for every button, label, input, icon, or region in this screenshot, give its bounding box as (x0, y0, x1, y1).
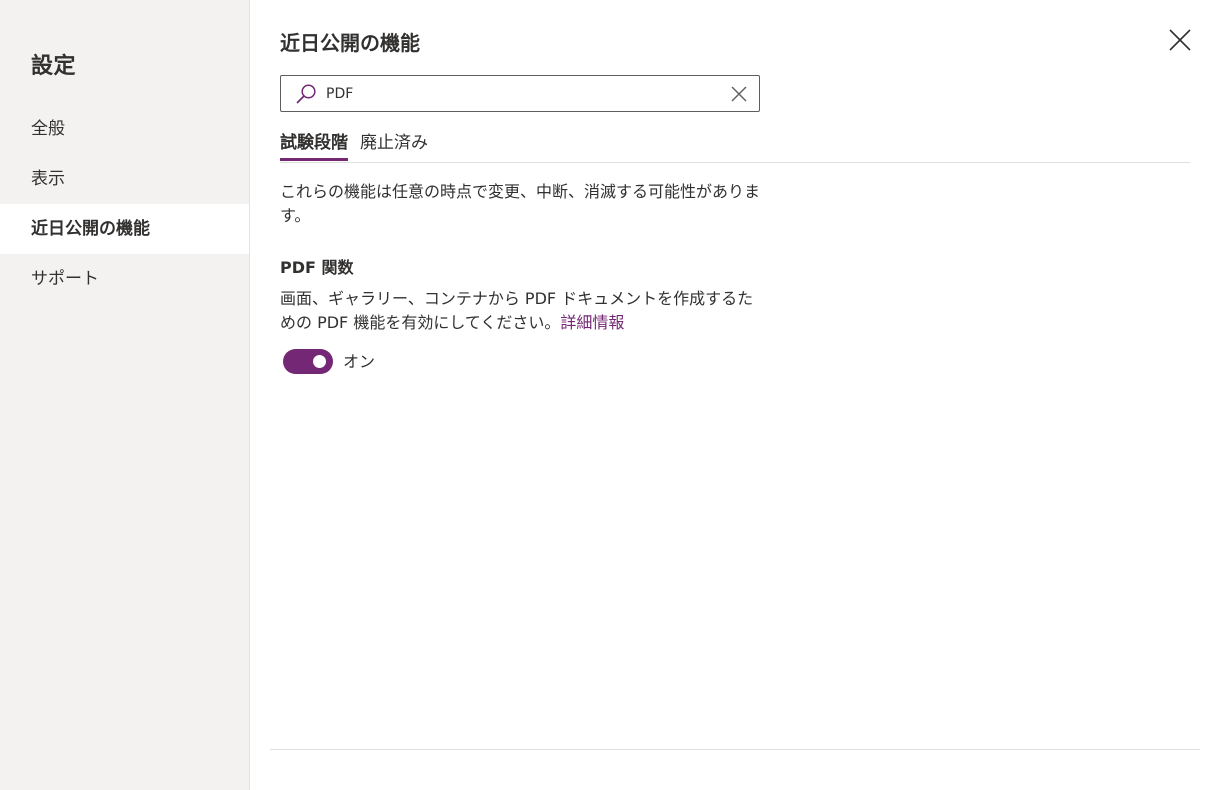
tab-retired[interactable]: 廃止済み (360, 130, 428, 160)
feature-description: 画面、ギャラリー、コンテナから PDF ドキュメントを作成するための PDF 機… (280, 287, 765, 335)
settings-dialog: 設定 全般 表示 近日公開の機能 サポート 近日公開の機能 PDF 試験段階 廃… (0, 0, 1220, 790)
clear-search-button[interactable] (730, 85, 748, 103)
search-box[interactable] (280, 75, 760, 112)
page-title: 近日公開の機能 (280, 31, 420, 55)
settings-sidebar: 設定 全般 表示 近日公開の機能 サポート (0, 0, 250, 790)
toggle-knob (313, 355, 326, 368)
pdf-feature-toggle[interactable] (283, 349, 333, 374)
search-input[interactable] (326, 76, 716, 111)
feature-tabs: 試験段階 廃止済み (280, 130, 1190, 163)
close-button[interactable] (1166, 26, 1194, 54)
clear-icon (731, 86, 747, 102)
sidebar-nav: 全般 表示 近日公開の機能 サポート (0, 104, 249, 304)
search-icon (296, 84, 316, 104)
footer-divider (270, 749, 1200, 750)
sidebar-item-general[interactable]: 全般 (0, 104, 249, 154)
sidebar-item-support[interactable]: サポート (0, 254, 249, 304)
feature-title: PDF 関数 (280, 258, 354, 277)
tab-description: これらの機能は任意の時点で変更、中断、消滅する可能性があります。 (280, 182, 761, 225)
sidebar-title: 設定 (31, 54, 77, 79)
close-icon (1169, 29, 1191, 51)
main-panel: 近日公開の機能 試験段階 廃止済み これらの機能は (250, 0, 1220, 790)
toggle-state-label: オン (343, 352, 376, 371)
learn-more-link[interactable]: 詳細情報 (560, 313, 624, 332)
feature-description-text: 画面、ギャラリー、コンテナから PDF ドキュメントを作成するための PDF 機… (280, 289, 754, 332)
tab-experimental[interactable]: 試験段階 (280, 130, 348, 161)
sidebar-item-display[interactable]: 表示 (0, 154, 249, 204)
sidebar-item-upcoming-features[interactable]: 近日公開の機能 (0, 204, 249, 254)
